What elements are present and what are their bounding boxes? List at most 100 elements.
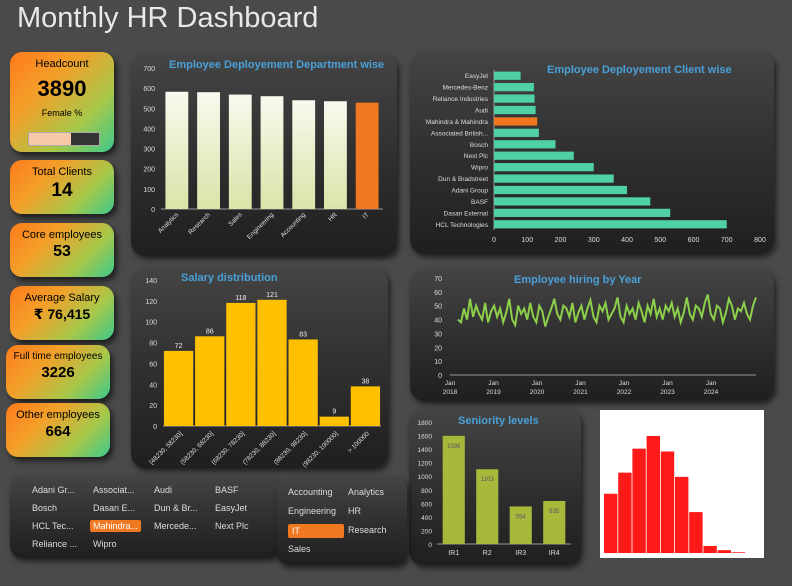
salary-y-tick: 140: [145, 278, 157, 285]
department-slicer-item[interactable]: Engineering: [288, 506, 336, 516]
female-percent-label: Female %: [41, 108, 83, 118]
hiring-x-tick-month: Jan: [575, 380, 586, 387]
client-slicer-item[interactable]: EasyJet: [215, 503, 247, 513]
histogram-bar: [604, 493, 618, 553]
client-slicer-item[interactable]: Audi: [154, 485, 172, 495]
department-slicer-item[interactable]: IT: [288, 524, 344, 538]
dept-y-tick: 600: [143, 86, 155, 93]
client-bar: [494, 151, 574, 160]
seniority-y-tick: 0: [428, 542, 432, 549]
dept-y-tick: 700: [143, 66, 155, 73]
department-slicer-item[interactable]: Accounting: [288, 487, 333, 497]
client-x-tick: 100: [521, 237, 533, 244]
headcount-value: 3890: [37, 76, 87, 101]
client-y-tick: EasyJet: [465, 73, 488, 80]
core-employees-card: Core employees 53: [10, 223, 114, 277]
female-percent-fill: [29, 133, 71, 145]
hiring-y-tick: 60: [434, 290, 442, 297]
headcount-label: Headcount: [35, 58, 89, 70]
salary-bar: [350, 386, 381, 426]
hiring-line: [457, 294, 757, 329]
dept-bar: [324, 101, 347, 209]
client-x-tick: 500: [654, 237, 666, 244]
hiring-chart-panel: Employee hiring by Year 0 10 20 30 40 50 60 70 J…: [410, 269, 774, 401]
client-y-tick: Mercedes-Benz: [442, 85, 488, 92]
hiring-x-tick-year: 2023: [660, 389, 675, 396]
dept-x-tick: Research: [187, 211, 212, 236]
salary-data-label: 83: [299, 331, 307, 338]
seniority-y-tick: 200: [421, 528, 432, 535]
dept-x-tick: IT: [362, 211, 371, 220]
client-y-tick: BASF: [471, 199, 488, 206]
seniority-x-tick: R2: [483, 550, 492, 557]
histogram-bar: [675, 476, 689, 553]
seniority-chart-title: Seniority levels: [458, 415, 539, 427]
histogram-panel: [600, 410, 764, 558]
histogram-bar: [689, 512, 703, 553]
client-y-tick: Mahindra & Mahindra: [426, 119, 489, 126]
client-slicer-item[interactable]: Next Plc: [215, 521, 249, 531]
client-y-tick: Bosch: [470, 142, 488, 149]
full-time-label: Full time employees: [13, 351, 103, 362]
department-slicer-item[interactable]: Analytics: [348, 487, 384, 497]
salary-y-tick: 100: [145, 320, 157, 327]
dept-x-tick: Accounting: [279, 211, 307, 239]
client-slicer-item[interactable]: HCL Tec...: [32, 521, 74, 531]
hiring-chart: 0 10 20 30 40 50 60 70 Jan 2018 Jan 2019 Jan 2020 Jan 2…: [434, 276, 757, 396]
client-y-tick: Wipro: [471, 165, 488, 172]
hiring-y-tick: 10: [434, 359, 442, 366]
department-slicer-item[interactable]: Sales: [288, 544, 311, 554]
client-slicer-item[interactable]: Mahindra...: [90, 520, 142, 532]
histogram-bar: [618, 472, 632, 553]
hiring-x-tick-month: Jan: [532, 380, 543, 387]
other-employees-value: 664: [45, 423, 71, 440]
client-bar: [494, 185, 627, 195]
department-slicer-item[interactable]: HR: [348, 506, 361, 516]
salary-y-tick: 80: [149, 341, 157, 348]
dept-bar: [355, 102, 379, 209]
dept-y-tick: 300: [143, 147, 155, 154]
seniority-data-label: 554: [516, 514, 527, 520]
salary-data-label: 72: [175, 343, 183, 350]
client-slicer-item[interactable]: Associat...: [93, 485, 135, 495]
histogram-bar: [646, 435, 660, 553]
client-slicer-item[interactable]: Adani Gr...: [32, 485, 75, 495]
client-bar: [494, 83, 534, 92]
histogram-chart: [604, 435, 746, 553]
dept-chart: 0 100 200 300 400 500 600 700 Analytics Research S…: [143, 66, 383, 241]
seniority-x-tick: IR4: [549, 550, 560, 557]
salary-bar: [163, 350, 194, 426]
client-bar: [494, 128, 539, 137]
seniority-bar: [543, 500, 566, 544]
client-bar: [494, 197, 651, 206]
average-salary-card: Average Salary ₹ 76,415: [10, 286, 114, 340]
client-slicer-item[interactable]: Mercede...: [154, 521, 197, 531]
client-x-tick: 400: [621, 237, 633, 244]
client-bar: [494, 105, 536, 115]
client-slicer-item[interactable]: Bosch: [32, 503, 57, 513]
full-time-card: Full time employees 3226: [6, 345, 110, 399]
full-time-value: 3226: [41, 364, 75, 381]
department-slicer-item[interactable]: Research: [348, 525, 387, 535]
client-bar: [494, 71, 521, 80]
client-slicer-item[interactable]: BASF: [215, 485, 239, 495]
client-slicer-item[interactable]: Dun & Br...: [154, 503, 198, 513]
seniority-chart: 0 200 400 600 800 1000 1200 1400 1600 1800 1596 IR1…: [418, 420, 571, 557]
salary-chart: 02040608010012014072[48230, 58230]86(582…: [145, 278, 381, 469]
female-percent-bar: [28, 132, 100, 146]
dept-bar: [292, 100, 316, 209]
client-y-tick: Next Plc: [464, 153, 489, 160]
client-slicer-item[interactable]: Wipro: [93, 539, 117, 549]
dept-x-tick: Sales: [227, 211, 244, 228]
hiring-x-tick-year: 2022: [617, 389, 632, 396]
salary-y-tick: 60: [149, 361, 157, 368]
dept-bar: [228, 94, 252, 209]
other-employees-card: Other employees 664: [6, 403, 110, 457]
core-employees-label: Core employees: [21, 229, 103, 241]
dept-bar: [197, 92, 220, 209]
client-slicer-item[interactable]: Dasan E...: [93, 503, 135, 513]
average-salary-label: Average Salary: [24, 292, 100, 304]
salary-data-label: 9: [332, 409, 336, 416]
client-y-tick: Dun & Bradstreet: [438, 176, 488, 183]
client-slicer-item[interactable]: Reliance ...: [32, 539, 77, 549]
